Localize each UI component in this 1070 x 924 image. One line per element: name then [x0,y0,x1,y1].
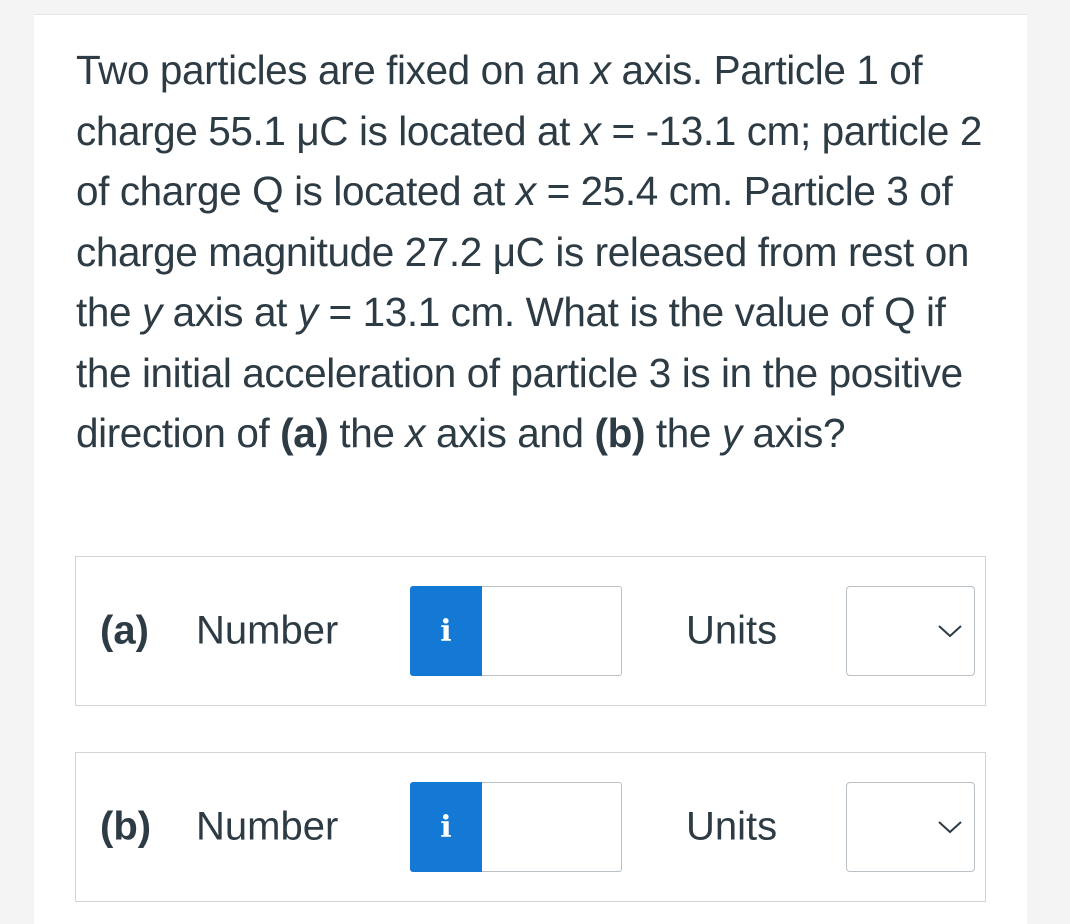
units-label-b: Units [686,804,778,849]
part-a-marker: (a) [280,410,329,456]
variable-x: x [580,107,601,154]
variable-y: y [141,289,162,335]
units-select-b[interactable] [846,782,975,872]
question-text: Two particles are fixed on an x axis. Pa… [76,40,1011,464]
number-input-b[interactable] [482,782,622,872]
units-label-a: Units [686,608,778,653]
info-icon[interactable]: i [410,586,482,676]
question-text-segment: the [645,410,722,456]
number-label-a: Number [196,608,339,653]
part-label-a: (a) [100,608,149,653]
answer-row-a: (a) Number i Units [75,556,986,706]
question-text-segment: axis and [425,410,595,456]
question-text-segment: the [328,410,406,456]
variable-x: x [405,410,426,456]
units-select-a[interactable] [846,586,975,676]
question-text-segment: Two particles are fixed on an [76,47,591,93]
chevron-down-icon [938,625,962,638]
part-b-marker: (b) [594,410,646,456]
info-icon[interactable]: i [410,782,482,872]
info-icon-glyph: i [440,613,452,649]
chevron-down-icon [938,821,962,834]
number-label-b: Number [196,804,339,849]
answer-row-b: (b) Number i Units [75,752,986,902]
part-label-b: (b) [100,804,152,849]
question-text-segment: axis? [741,410,846,456]
variable-x: x [590,47,611,93]
variable-x: x [515,168,536,214]
variable-y: y [297,289,318,335]
variable-y: y [721,410,742,456]
question-text-segment: axis at [161,289,298,335]
number-input-a[interactable] [482,586,622,676]
info-icon-glyph: i [440,809,452,845]
